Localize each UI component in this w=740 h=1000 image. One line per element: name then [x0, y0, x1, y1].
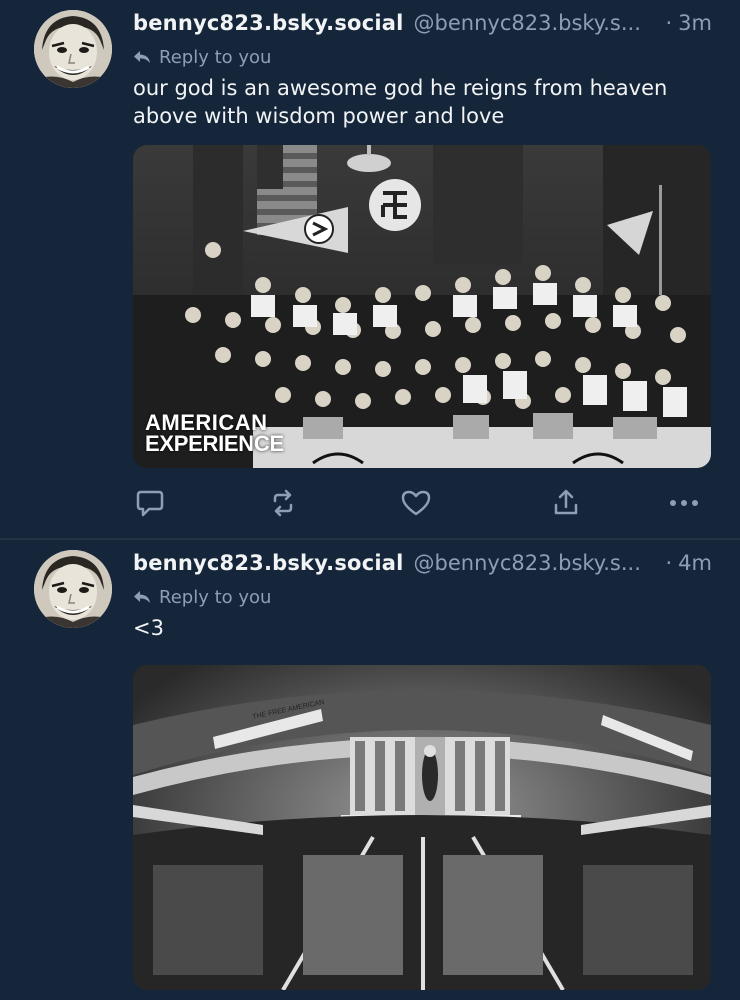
heart-icon	[401, 490, 431, 516]
share-icon	[554, 489, 578, 515]
share-button[interactable]	[549, 486, 583, 520]
handle[interactable]: @bennyc823.bsky.s...	[414, 11, 658, 35]
handle[interactable]: @bennyc823.bsky.s...	[414, 551, 658, 575]
image-watermark: AMERICAN EXPERIENCE	[145, 410, 284, 456]
timestamp[interactable]: 4m	[678, 551, 712, 575]
post-image[interactable]: THE FREE AMERICAN	[133, 665, 711, 990]
display-name[interactable]: bennyc823.bsky.social	[133, 551, 404, 575]
separator-dot: ·	[665, 11, 673, 35]
reply-label: Reply to you	[159, 46, 272, 68]
more-icon	[670, 500, 698, 506]
reply-indicator: Reply to you	[133, 584, 271, 610]
post-actions	[133, 486, 705, 520]
reply-arrow-icon	[134, 51, 150, 63]
feed: bennyc823.bsky.social @bennyc823.bsky.s.…	[0, 0, 740, 1000]
watermark-line-2: EXPERIENCE	[145, 431, 284, 456]
separator-dot: ·	[665, 551, 673, 575]
more-options-button[interactable]	[667, 486, 701, 520]
post[interactable]: bennyc823.bsky.social @bennyc823.bsky.s.…	[0, 0, 740, 538]
timestamp[interactable]: 3m	[678, 11, 712, 35]
repost-button[interactable]	[266, 486, 300, 520]
repost-icon	[273, 489, 293, 517]
reply-indicator: Reply to you	[133, 44, 271, 70]
post[interactable]: bennyc823.bsky.social @bennyc823.bsky.s.…	[0, 540, 740, 1000]
post-image[interactable]: AMERICAN EXPERIENCE	[133, 145, 711, 468]
reply-arrow-icon	[134, 591, 150, 603]
like-button[interactable]	[399, 486, 433, 520]
reply-button[interactable]	[133, 486, 167, 520]
comment-icon	[136, 490, 164, 517]
post-header: bennyc823.bsky.social @bennyc823.bsky.s.…	[133, 548, 712, 578]
post-text: our god is an awesome god he reigns from…	[133, 76, 668, 128]
avatar[interactable]	[34, 550, 112, 628]
watermark-line-1: AMERICAN	[145, 410, 268, 435]
reply-label: Reply to you	[159, 586, 272, 608]
avatar[interactable]	[34, 10, 112, 88]
post-header: bennyc823.bsky.social @bennyc823.bsky.s.…	[133, 8, 712, 38]
post-text: <3	[133, 616, 164, 640]
display-name[interactable]: bennyc823.bsky.social	[133, 11, 404, 35]
